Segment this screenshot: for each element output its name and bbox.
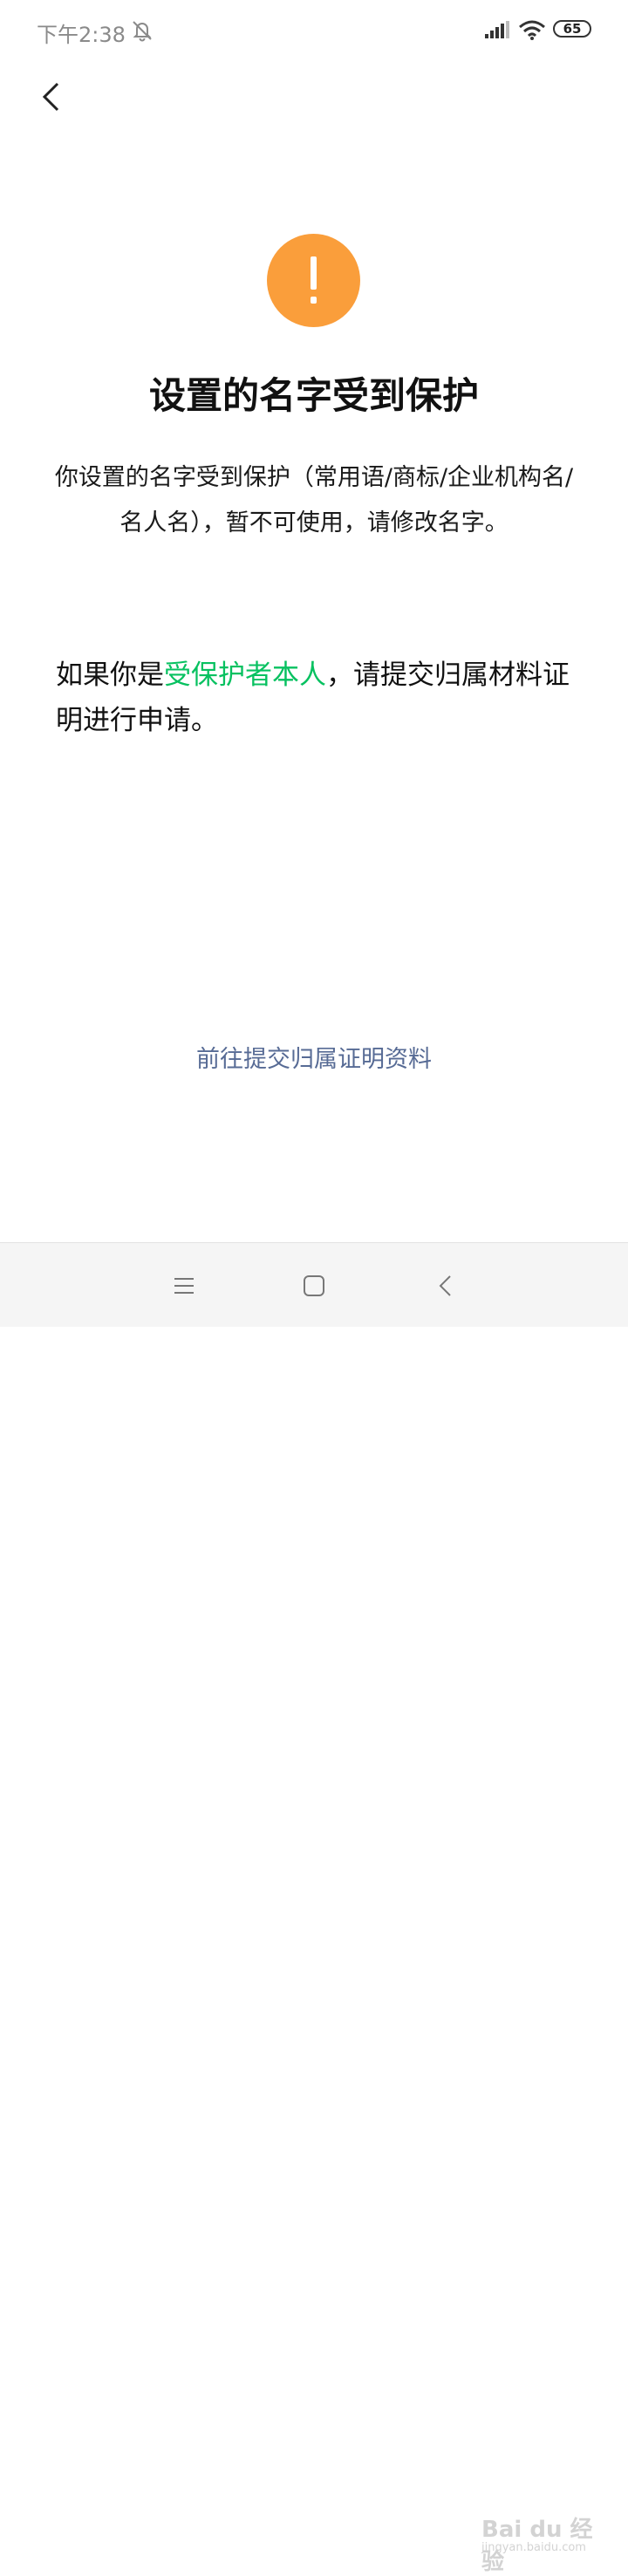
navigation-bar: Bai du 经验 jingyan.baidu.com <box>0 1242 628 2575</box>
description-text: 你设置的名字受到保护（常用语/商标/企业机构名/名人名），暂不可使用，请修改名字… <box>54 464 574 536</box>
nav-back-icon[interactable] <box>433 1273 459 1299</box>
chevron-left-icon <box>42 82 59 112</box>
bell-off-icon <box>133 21 152 42</box>
back-button[interactable] <box>30 75 73 119</box>
protected-owner-link[interactable]: 受保护者本人 <box>164 659 326 691</box>
info-text: 如果你是受保护者本人，请提交归属材料证明进行申请。 <box>56 653 579 743</box>
status-time: 下午2:38 <box>37 23 126 47</box>
warning-icon <box>267 234 360 327</box>
wifi-icon <box>519 20 545 40</box>
submit-proof-link[interactable]: 前往提交归属证明资料 <box>0 1040 628 1074</box>
home-icon[interactable] <box>301 1273 327 1299</box>
status-bar: 下午2:38 65 <box>0 0 628 61</box>
baidu-watermark: Bai du 经验 jingyan.baidu.com <box>481 2503 604 2575</box>
battery-indicator: 65 <box>553 20 591 38</box>
signal-icon <box>485 21 509 38</box>
menu-icon[interactable] <box>171 1273 197 1299</box>
info-prefix: 如果你是 <box>56 659 164 691</box>
page-title: 设置的名字受到保护 <box>148 374 479 417</box>
watermark-sub: jingyan.baidu.com <box>481 2541 586 2554</box>
